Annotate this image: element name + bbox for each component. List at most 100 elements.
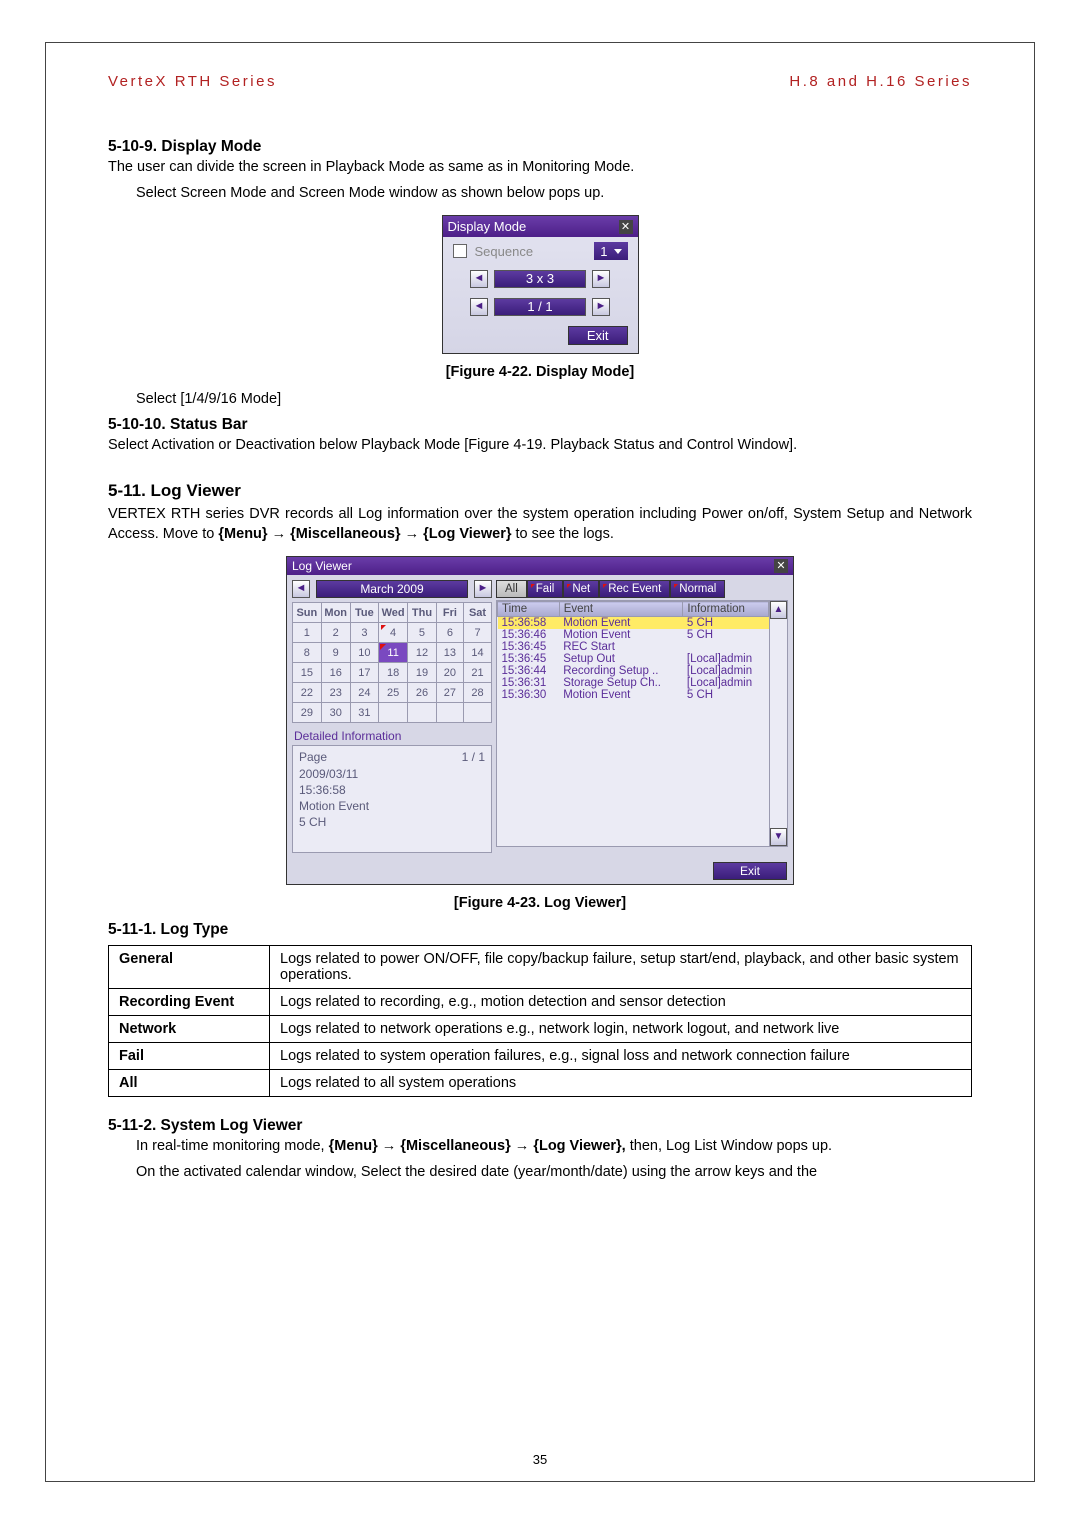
log-tab[interactable]: Rec Event xyxy=(599,580,670,598)
calendar-day[interactable] xyxy=(408,703,437,723)
log-type-label: General xyxy=(109,946,270,989)
calendar-day[interactable]: 26 xyxy=(408,683,437,703)
system-log-desc-1: In real-time monitoring mode, {Menu} → {… xyxy=(108,1137,972,1157)
detail-title: Detailed Information xyxy=(294,729,492,743)
month-next-button[interactable]: ► xyxy=(474,580,492,598)
page-prev-button[interactable]: ◄ xyxy=(470,298,488,316)
calendar-dow: Wed xyxy=(379,603,408,623)
log-list-row[interactable]: 15:36:45REC Start xyxy=(498,641,769,653)
calendar-day[interactable]: 24 xyxy=(350,683,378,703)
sequence-checkbox[interactable] xyxy=(453,244,467,258)
calendar[interactable]: SunMonTueWedThuFriSat 123456789101112131… xyxy=(292,602,492,723)
figure-caption-display-mode: [Figure 4-22. Display Mode] xyxy=(108,364,972,380)
page-number: 35 xyxy=(46,1452,1034,1467)
calendar-day[interactable]: 2 xyxy=(321,623,350,643)
log-type-row: NetworkLogs related to network operation… xyxy=(109,1016,972,1043)
calendar-day[interactable]: 19 xyxy=(408,663,437,683)
sequence-label: Sequence xyxy=(475,244,534,259)
calendar-dow: Mon xyxy=(321,603,350,623)
calendar-day[interactable]: 5 xyxy=(408,623,437,643)
log-type-label: All xyxy=(109,1070,270,1097)
calendar-dow: Sat xyxy=(464,603,492,623)
calendar-day[interactable] xyxy=(379,703,408,723)
log-viewer-exit-button[interactable]: Exit xyxy=(713,862,787,880)
calendar-day[interactable]: 14 xyxy=(464,643,492,663)
calendar-day[interactable]: 25 xyxy=(379,683,408,703)
calendar-day[interactable]: 27 xyxy=(436,683,463,703)
scroll-up-icon[interactable]: ▲ xyxy=(770,601,787,619)
log-list-header: Time xyxy=(498,602,560,617)
calendar-day[interactable]: 20 xyxy=(436,663,463,683)
log-list-row[interactable]: 15:36:31Storage Setup Ch..[Local]admin xyxy=(498,677,769,689)
calendar-day[interactable]: 21 xyxy=(464,663,492,683)
close-icon[interactable]: ✕ xyxy=(619,220,633,234)
calendar-day[interactable]: 6 xyxy=(436,623,463,643)
page-next-button[interactable]: ► xyxy=(592,298,610,316)
scroll-down-icon[interactable]: ▼ xyxy=(770,828,787,846)
display-mode-after: Select [1/4/9/16 Mode] xyxy=(108,390,972,410)
log-tab[interactable]: Normal xyxy=(670,580,725,598)
calendar-day[interactable]: 28 xyxy=(464,683,492,703)
calendar-day[interactable]: 29 xyxy=(293,703,322,723)
close-icon[interactable]: ✕ xyxy=(774,559,788,573)
log-type-label: Fail xyxy=(109,1043,270,1070)
log-type-desc: Logs related to network operations e.g.,… xyxy=(270,1016,972,1043)
system-log-desc-2: On the activated calendar window, Select… xyxy=(108,1163,972,1183)
calendar-day[interactable]: 7 xyxy=(464,623,492,643)
status-bar-desc: Select Activation or Deactivation below … xyxy=(108,436,972,456)
page-value: 1 / 1 xyxy=(494,298,586,316)
calendar-day[interactable]: 31 xyxy=(350,703,378,723)
display-mode-desc-1: The user can divide the screen in Playba… xyxy=(108,158,972,178)
calendar-day[interactable]: 3 xyxy=(350,623,378,643)
grid-value: 3 x 3 xyxy=(494,270,586,288)
log-tab[interactable]: All xyxy=(496,580,527,598)
log-type-row: FailLogs related to system operation fai… xyxy=(109,1043,972,1070)
log-viewer-desc: VERTEX RTH series DVR records all Log in… xyxy=(108,505,972,544)
log-type-table: GeneralLogs related to power ON/OFF, fil… xyxy=(108,945,972,1097)
chevron-down-icon xyxy=(614,249,622,254)
log-tabs: AllFailNetRec EventNormal xyxy=(496,580,788,598)
log-tab[interactable]: Fail xyxy=(527,580,564,598)
calendar-day[interactable]: 17 xyxy=(350,663,378,683)
calendar-day[interactable]: 9 xyxy=(321,643,350,663)
calendar-day[interactable]: 12 xyxy=(408,643,437,663)
calendar-day[interactable]: 15 xyxy=(293,663,322,683)
detail-line: 15:36:58 xyxy=(299,782,485,798)
calendar-day[interactable] xyxy=(464,703,492,723)
calendar-dow: Tue xyxy=(350,603,378,623)
log-type-desc: Logs related to recording, e.g., motion … xyxy=(270,989,972,1016)
log-type-row: GeneralLogs related to power ON/OFF, fil… xyxy=(109,946,972,989)
grid-next-button[interactable]: ► xyxy=(592,270,610,288)
log-list-row[interactable]: 15:36:45Setup Out[Local]admin xyxy=(498,653,769,665)
month-label: March 2009 xyxy=(316,580,468,598)
page-header: VerteX RTH Series H.8 and H.16 Series xyxy=(108,73,972,90)
log-viewer-dialog: Log Viewer ✕ ◄ March 2009 ► SunMonTueWed… xyxy=(286,556,794,885)
calendar-day[interactable]: 18 xyxy=(379,663,408,683)
calendar-day[interactable]: 16 xyxy=(321,663,350,683)
calendar-day[interactable]: 23 xyxy=(321,683,350,703)
log-list-row[interactable]: 15:36:30Motion Event5 CH xyxy=(498,689,769,701)
figure-caption-log-viewer: [Figure 4-23. Log Viewer] xyxy=(108,895,972,911)
log-list-row[interactable]: 15:36:58Motion Event5 CH xyxy=(498,617,769,630)
log-list-row[interactable]: 15:36:44Recording Setup ..[Local]admin xyxy=(498,665,769,677)
grid-prev-button[interactable]: ◄ xyxy=(470,270,488,288)
log-list-header: Event xyxy=(559,602,683,617)
log-list-scrollbar[interactable]: ▲ ▼ xyxy=(769,601,787,846)
calendar-day[interactable]: 13 xyxy=(436,643,463,663)
display-mode-exit-button[interactable]: Exit xyxy=(568,326,628,345)
calendar-dow: Sun xyxy=(293,603,322,623)
calendar-day[interactable]: 10 xyxy=(350,643,378,663)
log-type-row: Recording EventLogs related to recording… xyxy=(109,989,972,1016)
calendar-day[interactable]: 4 xyxy=(379,623,408,643)
calendar-day[interactable]: 1 xyxy=(293,623,322,643)
log-list-row[interactable]: 15:36:46Motion Event5 CH xyxy=(498,629,769,641)
sequence-dropdown[interactable]: 1 xyxy=(594,242,627,260)
calendar-day[interactable]: 11 xyxy=(379,643,408,663)
calendar-day[interactable] xyxy=(436,703,463,723)
calendar-day[interactable]: 8 xyxy=(293,643,322,663)
month-prev-button[interactable]: ◄ xyxy=(292,580,310,598)
log-tab[interactable]: Net xyxy=(563,580,599,598)
display-mode-title: Display Mode xyxy=(448,219,527,234)
calendar-day[interactable]: 30 xyxy=(321,703,350,723)
calendar-day[interactable]: 22 xyxy=(293,683,322,703)
